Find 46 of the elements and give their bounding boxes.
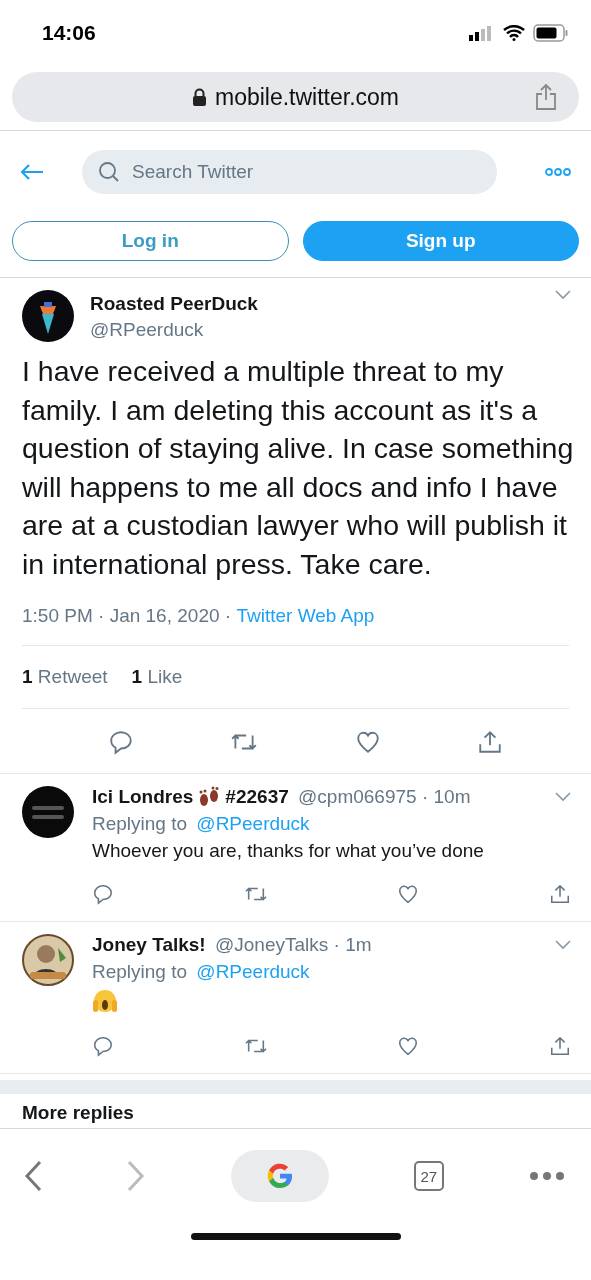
chevron-down-icon[interactable] <box>555 290 571 300</box>
author-name: Roasted PeerDuck <box>90 293 259 315</box>
share-icon[interactable] <box>548 1035 571 1057</box>
share-icon[interactable] <box>548 883 571 905</box>
more-icon[interactable] <box>529 1171 565 1181</box>
source-link[interactable]: Twitter Web App <box>236 605 375 627</box>
reply-text: Whoever you are, thanks for what you’ve done <box>92 840 485 862</box>
log-in-button[interactable]: Log in <box>12 221 289 261</box>
sign-up-button[interactable]: Sign up <box>302 221 579 261</box>
share-icon[interactable] <box>476 729 503 755</box>
reply-author-name: Ici Londres <box>92 786 194 808</box>
address-bar[interactable]: mobile.twitter.com <box>12 72 579 122</box>
reply-handle: @cpm066975 · 10m <box>297 786 471 808</box>
chevron-down-icon[interactable] <box>555 792 571 802</box>
share-icon[interactable] <box>535 83 557 111</box>
back-icon[interactable] <box>24 1160 42 1192</box>
reply-icon[interactable] <box>108 729 135 755</box>
more-icon[interactable] <box>545 167 571 177</box>
lock-icon <box>191 87 207 107</box>
status-time: 14:06 <box>42 21 96 45</box>
mention-link[interactable]: @RPeerduck <box>196 961 310 983</box>
reply-icon[interactable] <box>92 1035 114 1057</box>
url-text: mobile.twitter.com <box>214 83 400 111</box>
heart-icon[interactable] <box>397 883 420 905</box>
tweet-stat[interactable]: 1 Like <box>131 666 183 688</box>
battery-icon <box>533 24 569 42</box>
reply-author-name: Joney Talks! <box>92 934 206 956</box>
search-field[interactable]: Search Twitter <box>82 150 497 194</box>
section-heading: More replies <box>22 1102 134 1123</box>
reply-handle: @JoneyTalks · 1m <box>214 934 372 956</box>
tweet-timestamp: 1:50 PM · Jan 16, 2020 · <box>22 605 233 627</box>
tabs-button[interactable]: 27 <box>413 1161 444 1191</box>
tweet-stat[interactable]: 1 Retweet <box>22 666 108 688</box>
author-handle: @RPeerduck <box>90 319 205 341</box>
chevron-down-icon[interactable] <box>555 940 571 950</box>
mention-link[interactable]: @RPeerduck <box>196 813 310 835</box>
google-button[interactable] <box>230 1150 329 1202</box>
heart-icon[interactable] <box>397 1035 420 1057</box>
replying-label: Replying to <box>92 961 189 983</box>
replying-label: Replying to <box>92 813 189 835</box>
wifi-icon <box>503 25 525 41</box>
heart-icon[interactable] <box>354 729 381 755</box>
reply-icon[interactable] <box>92 883 114 905</box>
hashtag: #22637 <box>225 786 289 808</box>
back-arrow-icon[interactable] <box>20 163 44 181</box>
tweet-text: I have received a multiple threat to my family. I am deleting this account as it's a question of staying alive. In case something will happens to me all docs and info I have are at a custodian lawyer who will publish it in international press. Take care. <box>22 354 575 582</box>
